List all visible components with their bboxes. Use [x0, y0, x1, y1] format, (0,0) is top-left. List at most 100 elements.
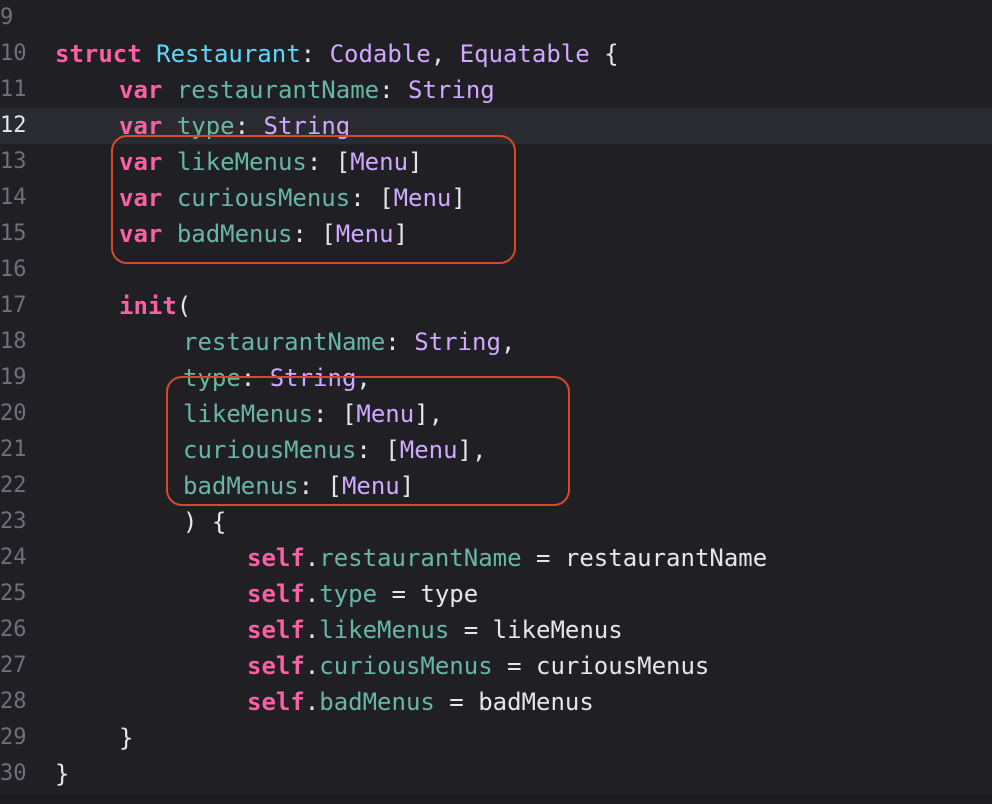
code-token: type	[319, 580, 378, 608]
code-token: = curiousMenus	[492, 652, 710, 680]
code-line-29[interactable]: 29}	[0, 720, 992, 756]
code-token: String	[263, 112, 351, 140]
code-token: struct	[55, 40, 142, 68]
line-number: 10	[0, 41, 27, 66]
code-token: ) {	[183, 508, 227, 536]
code-token: var	[119, 220, 163, 248]
code-token: = badMenus	[434, 688, 594, 716]
code-line-9[interactable]: 9	[0, 0, 992, 36]
code-token: ,	[500, 328, 516, 356]
code-token: .	[304, 580, 320, 608]
line-number: 22	[0, 473, 27, 498]
code-line-20[interactable]: 20 likeMenus: [Menu],	[0, 396, 992, 432]
code-line-12[interactable]: 12 var type: String	[0, 108, 992, 144]
code-line-27[interactable]: 27 self.curiousMenus = curiousMenus	[0, 648, 992, 684]
code-token: }	[55, 760, 70, 788]
code-token: badMenus	[183, 472, 299, 500]
code-line-24[interactable]: 24 self.restaurantName = restaurantName	[0, 540, 992, 576]
code-token: {	[589, 40, 619, 68]
code-line-13[interactable]: 13 var likeMenus: [Menu]	[0, 144, 992, 180]
line-number: 20	[0, 401, 27, 426]
line-number: 12	[0, 113, 27, 138]
code-token: : [	[298, 472, 342, 500]
code-token: var	[119, 148, 163, 176]
code-token: :	[385, 328, 415, 356]
code-text: restaurantName: String,	[183, 324, 515, 360]
code-line-15[interactable]: 15 var badMenus: [Menu]	[0, 216, 992, 252]
code-token: Menu	[399, 436, 458, 464]
code-token: Menu	[393, 184, 452, 212]
code-line-21[interactable]: 21 curiousMenus: [Menu],	[0, 432, 992, 468]
code-line-17[interactable]: 17 init(	[0, 288, 992, 324]
code-line-28[interactable]: 28 self.badMenus = badMenus	[0, 684, 992, 720]
line-number: 15	[0, 221, 27, 246]
code-token: init	[119, 292, 177, 320]
code-line-25[interactable]: 25 self.type = type	[0, 576, 992, 612]
line-number: 19	[0, 365, 27, 390]
code-token: :	[379, 76, 409, 104]
code-text: likeMenus: [Menu],	[183, 396, 443, 432]
code-token: restaurantName	[319, 544, 522, 572]
code-token: self	[247, 652, 305, 680]
code-line-30[interactable]: 30}	[0, 756, 992, 792]
line-number: 18	[0, 329, 27, 354]
code-token: String	[269, 364, 357, 392]
code-token: badMenus	[176, 220, 293, 248]
code-token: self	[247, 580, 305, 608]
code-line-22[interactable]: 22 badMenus: [Menu]	[0, 468, 992, 504]
code-line-18[interactable]: 18 restaurantName: String,	[0, 324, 992, 360]
code-token: String	[414, 328, 501, 356]
code-line-16[interactable]: 16	[0, 252, 992, 288]
code-token: ]	[393, 220, 409, 248]
code-line-10[interactable]: 10 struct Restaurant: Codable, Equatable …	[0, 36, 992, 72]
line-number: 30	[0, 761, 27, 786]
code-text: self.badMenus = badMenus	[247, 684, 594, 720]
editor-bottom-edge	[0, 794, 992, 804]
code-token: :	[240, 364, 270, 392]
code-text: struct Restaurant: Codable, Equatable {	[55, 36, 619, 72]
code-text: var likeMenus: [Menu]	[119, 144, 422, 180]
code-token: self	[247, 688, 305, 716]
code-token: = type	[377, 580, 479, 608]
code-token: likeMenus	[319, 616, 450, 644]
code-token: Menu	[341, 472, 400, 500]
code-token: Restaurant	[156, 40, 301, 68]
code-token: .	[304, 652, 320, 680]
code-token: .	[304, 544, 320, 572]
line-number: 17	[0, 293, 27, 318]
line-number: 29	[0, 725, 27, 750]
code-token: curiousMenus	[319, 652, 493, 680]
code-line-23[interactable]: 23) {	[0, 504, 992, 540]
code-line-11[interactable]: 11 var restaurantName: String	[0, 72, 992, 108]
line-number: 25	[0, 581, 27, 606]
line-number: 16	[0, 257, 27, 282]
code-token: ,	[356, 364, 371, 392]
code-token: (	[176, 292, 192, 320]
code-token: Equatable	[459, 40, 590, 68]
code-text: ) {	[183, 504, 226, 540]
code-token: curiousMenus	[183, 436, 357, 464]
code-line-19[interactable]: 19 type: String,	[0, 360, 992, 396]
code-editor[interactable]: 9 10 struct Restaurant: Codable, Equatable…	[0, 0, 992, 804]
code-token: .	[304, 616, 320, 644]
code-line-14[interactable]: 14 var curiousMenus: [Menu]	[0, 180, 992, 216]
code-line-26[interactable]: 26 self.likeMenus = likeMenus	[0, 612, 992, 648]
code-token: restaurantName	[183, 328, 386, 356]
code-token: : [	[313, 400, 357, 428]
line-number: 13	[0, 149, 27, 174]
code-token: type	[176, 112, 235, 140]
code-text: var badMenus: [Menu]	[119, 216, 408, 252]
code-text: self.curiousMenus = curiousMenus	[247, 648, 709, 684]
code-token: : [	[306, 148, 351, 176]
code-text: var restaurantName: String	[119, 72, 495, 108]
code-token: var	[119, 112, 163, 140]
code-text: var type: String	[119, 108, 350, 144]
code-token: = restaurantName	[521, 544, 768, 572]
code-token: ,	[430, 40, 460, 68]
code-token: likeMenus	[176, 148, 307, 176]
code-text: self.restaurantName = restaurantName	[247, 540, 767, 576]
code-token: String	[408, 76, 495, 104]
